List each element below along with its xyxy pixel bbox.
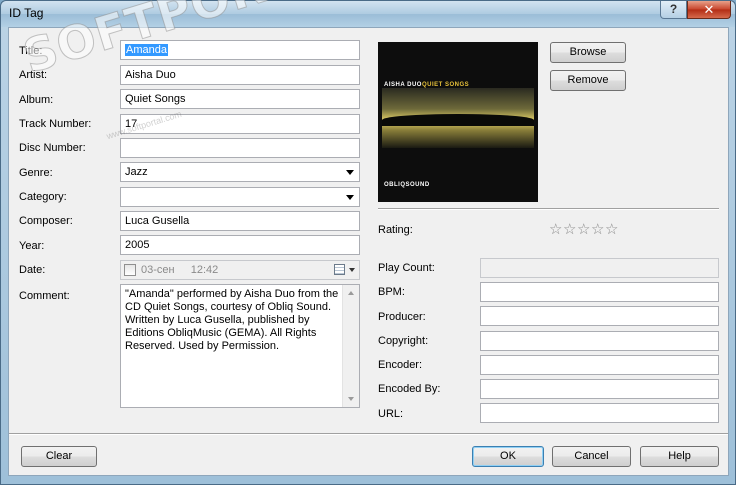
title-bar[interactable]: ID Tag ? ✕: [1, 1, 735, 27]
star-icon[interactable]: ☆: [591, 222, 604, 237]
producer-field[interactable]: [480, 306, 719, 326]
date-day: 03-сен: [141, 264, 175, 276]
comment-value: "Amanda" performed by Aisha Duo from the…: [125, 288, 339, 352]
chevron-down-icon: [346, 195, 354, 200]
ok-button[interactable]: OK: [472, 446, 544, 467]
play-count-label: Play Count:: [378, 262, 435, 274]
composer-label: Composer:: [19, 215, 73, 227]
star-icon[interactable]: ☆: [605, 222, 618, 237]
track-number-label: Track Number:: [19, 118, 92, 130]
calendar-icon[interactable]: [334, 264, 345, 275]
star-icon[interactable]: ☆: [577, 222, 590, 237]
url-label: URL:: [378, 408, 404, 420]
comment-scrollbar[interactable]: [342, 285, 359, 407]
album-field[interactable]: Quiet Songs: [120, 89, 360, 109]
window-title: ID Tag: [9, 6, 44, 20]
title-label: Title:: [19, 45, 43, 57]
artist-field[interactable]: Aisha Duo: [120, 65, 360, 85]
comment-label: Comment:: [19, 290, 70, 302]
date-picker[interactable]: 03-сен 12:42: [120, 260, 360, 280]
star-icon[interactable]: ☆: [549, 222, 562, 237]
bpm-label: BPM:: [378, 286, 405, 298]
help-title-button[interactable]: ?: [660, 1, 687, 19]
id-tag-dialog: ID Tag ? ✕ Title: Amanda Artist: Aisha D…: [0, 0, 736, 485]
artist-label: Artist:: [19, 69, 48, 81]
footer-separator: [9, 433, 728, 435]
encoded-by-field[interactable]: [480, 379, 719, 399]
artwork-album-text: QUIET SONGS: [422, 82, 470, 88]
url-field[interactable]: [480, 403, 719, 423]
composer-field[interactable]: Luca Gusella: [120, 211, 360, 231]
encoded-by-label: Encoded By:: [378, 383, 441, 395]
date-enable-checkbox[interactable]: [124, 264, 136, 276]
disc-number-field[interactable]: [120, 138, 360, 158]
artwork-label-logo: OBLIQSOUND: [384, 182, 430, 188]
category-label: Category:: [19, 191, 67, 203]
disc-number-label: Disc Number:: [19, 142, 86, 154]
close-title-button[interactable]: ✕: [687, 1, 731, 19]
genre-value: Jazz: [125, 166, 148, 178]
close-icon: ✕: [703, 2, 715, 17]
cancel-button[interactable]: Cancel: [552, 446, 631, 467]
rating-label: Rating:: [378, 224, 413, 236]
separator: [378, 208, 719, 210]
year-label: Year:: [19, 240, 45, 252]
copyright-label: Copyright:: [378, 335, 429, 347]
genre-label: Genre:: [19, 167, 53, 179]
encoder-label: Encoder:: [378, 359, 423, 371]
scroll-down-icon[interactable]: [348, 397, 354, 401]
chevron-down-icon: [346, 170, 354, 175]
question-icon: ?: [669, 2, 678, 16]
dialog-body: Title: Amanda Artist: Aisha Duo Album: Q…: [8, 0, 729, 476]
year-field[interactable]: 2005: [120, 235, 360, 255]
bpm-field[interactable]: [480, 282, 719, 302]
track-number-field[interactable]: 17: [120, 114, 360, 134]
star-icon[interactable]: ☆: [563, 222, 576, 237]
title-field[interactable]: Amanda: [120, 40, 360, 60]
browse-button[interactable]: Browse: [550, 42, 626, 63]
artwork-artist-text: AISHA DUO: [384, 82, 422, 88]
producer-label: Producer:: [378, 311, 426, 323]
clear-button[interactable]: Clear: [21, 446, 97, 467]
encoder-field[interactable]: [480, 355, 719, 375]
comment-textarea[interactable]: "Amanda" performed by Aisha Duo from the…: [120, 284, 360, 408]
album-label: Album:: [19, 94, 54, 106]
copyright-field[interactable]: [480, 331, 719, 351]
chevron-down-icon: [349, 268, 355, 272]
play-count-field: [480, 258, 719, 278]
album-artwork: AISHA DUO QUIET SONGS OBLIQSOUND: [378, 42, 538, 202]
help-button[interactable]: Help: [640, 446, 719, 467]
category-dropdown[interactable]: [120, 187, 360, 207]
date-label: Date:: [19, 264, 46, 276]
genre-dropdown[interactable]: Jazz: [120, 162, 360, 182]
scroll-up-icon[interactable]: [348, 291, 354, 295]
remove-button[interactable]: Remove: [550, 70, 626, 91]
title-value: Amanda: [125, 44, 168, 56]
date-time: 12:42: [190, 264, 219, 276]
